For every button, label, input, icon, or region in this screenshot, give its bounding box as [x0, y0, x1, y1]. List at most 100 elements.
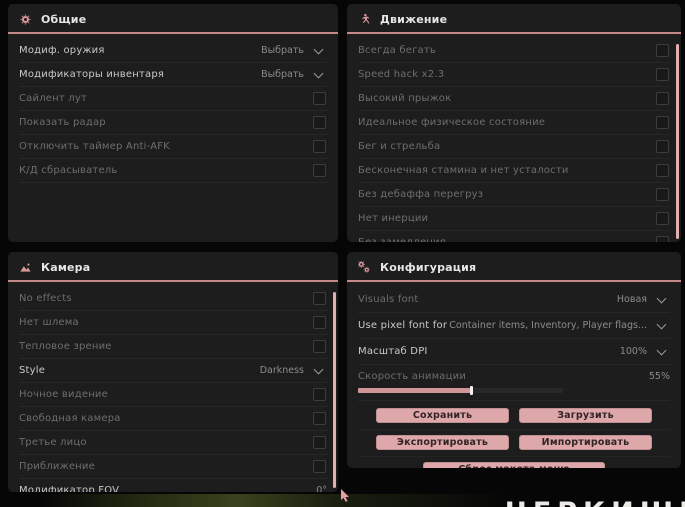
dropdown-value: Container items, Inventory, Player flags…: [449, 320, 647, 331]
checkbox[interactable]: [313, 316, 326, 329]
checkbox[interactable]: [313, 436, 326, 449]
row-checkbox: Нет инерции: [358, 207, 670, 231]
screen: ЧЕРКИШЕ Общие Модиф. оружияВыбратьМодифи…: [0, 0, 685, 507]
checkbox[interactable]: [656, 236, 669, 242]
row-label: Тепловое зрение: [19, 341, 112, 352]
panel-title: Общие: [41, 12, 87, 26]
row-dropdown: Use pixel font for Container items, Inven…: [358, 313, 670, 339]
checkbox[interactable]: [313, 388, 326, 401]
button-row: Экспортировать Импортировать: [358, 430, 670, 457]
row-checkbox: No effects: [19, 287, 327, 311]
row-dropdown: Модификаторы инвентаря Выбрать: [19, 63, 327, 87]
row-label: Высокий прыжок: [358, 93, 452, 104]
row-dropdown: Модиф. оружия Выбрать: [19, 39, 327, 63]
panel-config: Конфигурация Visuals font Новая Use pixel …: [347, 252, 681, 468]
row-checkbox: Сайлент лут: [19, 87, 327, 111]
row-checkbox: Идеальное физическое состояние: [358, 111, 670, 135]
row-checkbox: Приближение: [19, 455, 327, 479]
panel-header: Камера: [8, 252, 338, 280]
checkbox[interactable]: [656, 68, 669, 81]
config-button[interactable]: Сохранить: [376, 408, 509, 423]
checkbox[interactable]: [656, 164, 669, 177]
row-label: Отключить таймер Anti-AFK: [19, 141, 170, 152]
checkbox[interactable]: [313, 340, 326, 353]
dropdown-value: 100%: [619, 346, 647, 357]
slider[interactable]: [358, 386, 563, 395]
scrollbar[interactable]: [333, 292, 336, 488]
row-label: No effects: [19, 293, 72, 304]
row-checkbox: Нет шлема: [19, 311, 327, 335]
dropdown-value: Выбрать: [261, 45, 304, 56]
chevron-down-icon: [313, 364, 324, 374]
button-row: Сброс макета меню: [358, 457, 670, 468]
checkbox[interactable]: [313, 292, 326, 305]
row-checkbox: Высокий прыжок: [358, 87, 670, 111]
row-label: Бесконечная стамина и нет усталости: [358, 165, 569, 176]
row-label: Третье лицо: [19, 437, 87, 448]
row-slider: Скорость анимации 55%: [358, 365, 670, 401]
row-checkbox: Без замедления: [358, 231, 670, 242]
checkbox[interactable]: [313, 116, 326, 129]
checkbox[interactable]: [313, 92, 326, 105]
row-label: К/Д сбрасыватель: [19, 165, 118, 176]
checkbox[interactable]: [313, 412, 326, 425]
dropdown[interactable]: Новая: [617, 293, 667, 305]
checkbox[interactable]: [313, 140, 326, 153]
button-row: Сохранить Загрузить: [358, 403, 670, 430]
rows-camera: No effects Нет шлема Тепловое зрение Style D…: [8, 282, 338, 492]
panel-header: Движение: [347, 4, 681, 32]
checkbox[interactable]: [656, 44, 669, 57]
row-label: Свободная камера: [19, 413, 121, 424]
checkbox[interactable]: [656, 92, 669, 105]
runner-icon: [362, 13, 370, 24]
image-icon: [20, 262, 31, 272]
checkbox[interactable]: [656, 212, 669, 225]
config-button[interactable]: Загрузить: [519, 408, 652, 423]
slider-handle[interactable]: [469, 386, 473, 395]
chevron-down-icon: [313, 44, 324, 54]
dropdown-value: Darkness: [259, 365, 304, 376]
row-checkbox: Свободная камера: [19, 407, 327, 431]
rows-general: Модиф. оружия Выбрать Модификаторы инвента…: [8, 34, 338, 183]
row-label: Приближение: [19, 461, 95, 472]
gears-icon: [358, 260, 371, 273]
row-checkbox: Показать радар: [19, 111, 327, 135]
row-label: Сайлент лут: [19, 93, 88, 104]
row-checkbox: К/Д сбрасыватель: [19, 159, 327, 183]
row-dropdown: Style Darkness: [19, 359, 327, 383]
slider-value: 55%: [648, 370, 670, 382]
row-checkbox: Ночное видение: [19, 383, 327, 407]
row-label: Use pixel font for: [358, 320, 448, 331]
checkbox[interactable]: [656, 140, 669, 153]
checkbox[interactable]: [313, 460, 326, 473]
config-button[interactable]: Сброс макета меню: [423, 462, 605, 468]
dropdown[interactable]: Выбрать: [261, 68, 324, 80]
row-label: Без дебаффа перегруз: [358, 189, 484, 200]
config-button[interactable]: Экспортировать: [376, 435, 509, 450]
checkbox[interactable]: [656, 188, 669, 201]
panel-title: Камера: [41, 260, 91, 274]
row-checkbox: Отключить таймер Anti-AFK: [19, 135, 327, 159]
dropdown[interactable]: 100%: [619, 345, 667, 357]
checkbox[interactable]: [313, 164, 326, 177]
row-label: Нет инерции: [358, 213, 429, 224]
slider-label-line: Скорость анимации 55%: [358, 368, 670, 384]
row-checkbox: Без дебаффа перегруз: [358, 183, 670, 207]
dropdown[interactable]: Darkness: [259, 364, 324, 376]
row-label: Без замедления: [358, 237, 446, 242]
checkbox[interactable]: [656, 116, 669, 129]
rows-movement: Всегда бегать Speed hack x2.3 Высокий прыж…: [347, 34, 681, 242]
chevron-down-icon: [656, 293, 667, 303]
row-dropdown: Visuals font Новая: [358, 287, 670, 313]
row-label: Style: [19, 365, 46, 376]
dropdown[interactable]: Выбрать: [261, 44, 324, 56]
chevron-down-icon: [656, 345, 667, 355]
panel-title: Конфигурация: [380, 260, 477, 274]
scrollbar[interactable]: [676, 44, 679, 239]
row-label: Бег и стрельба: [358, 141, 441, 152]
config-button[interactable]: Импортировать: [519, 435, 652, 450]
panel-camera: Камера No effects Нет шлема Тепловое зрени…: [8, 252, 338, 492]
dropdown[interactable]: Container items, Inventory, Player flags…: [449, 319, 667, 331]
dropdown-value: Выбрать: [261, 69, 304, 80]
row-label: Visuals font: [358, 294, 419, 305]
